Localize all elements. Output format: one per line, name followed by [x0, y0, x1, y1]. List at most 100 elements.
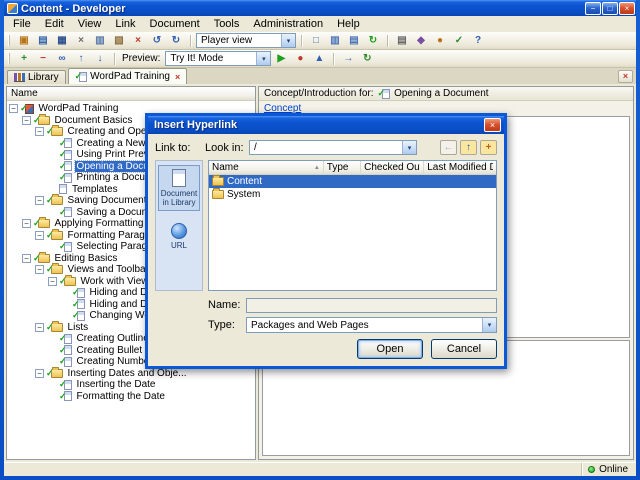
- file-row-content[interactable]: Content: [209, 175, 496, 188]
- paste-button[interactable]: ▧: [110, 33, 128, 48]
- split-view-button[interactable]: ▥: [326, 33, 344, 48]
- column-header-label: Type: [326, 162, 349, 173]
- tree-item-inserting-the-date[interactable]: ✓ Inserting the Date: [9, 379, 255, 391]
- redo-button[interactable]: ↻: [167, 33, 185, 48]
- collapse-icon[interactable]: −: [22, 253, 31, 263]
- toolbar-grip[interactable]: [8, 35, 10, 46]
- collapse-icon[interactable]: −: [35, 322, 44, 332]
- check-icon: ✓: [74, 71, 83, 81]
- toggle-spacer: [61, 288, 70, 297]
- name-input[interactable]: [246, 297, 497, 313]
- new-package-button[interactable]: ▣: [15, 33, 33, 48]
- tab-library[interactable]: Library: [7, 70, 66, 84]
- minimize-button[interactable]: −: [585, 2, 601, 15]
- column-header-type[interactable]: Type: [323, 161, 362, 175]
- collapse-icon[interactable]: −: [9, 104, 18, 114]
- menu-edit[interactable]: Edit: [38, 17, 71, 31]
- cut-button[interactable]: ×: [72, 33, 90, 48]
- page-view-icon: ▤: [349, 34, 359, 46]
- menu-administration[interactable]: Administration: [246, 17, 330, 31]
- save-button[interactable]: ▦: [53, 33, 71, 48]
- last-modified-cell: [424, 175, 496, 188]
- close-pane-button[interactable]: ×: [618, 70, 633, 83]
- new-folder-button[interactable]: +: [480, 140, 497, 155]
- collapse-icon[interactable]: −: [35, 127, 44, 137]
- cancel-button[interactable]: Cancel: [431, 339, 497, 359]
- menu-file[interactable]: File: [6, 17, 38, 31]
- check-icon: ✓: [72, 287, 80, 298]
- menu-document[interactable]: Document: [143, 17, 207, 31]
- collapse-icon[interactable]: −: [48, 276, 57, 286]
- sync-button[interactable]: ↻: [358, 51, 376, 66]
- tab-wordpad-training[interactable]: ✓ WordPad Training ×: [67, 68, 188, 84]
- attachment-button[interactable]: ●: [431, 33, 449, 48]
- toggle-spacer: [48, 208, 57, 217]
- normal-view-button[interactable]: □: [307, 33, 325, 48]
- properties-button[interactable]: ▤: [393, 33, 411, 48]
- connection-status: Online: [581, 463, 636, 476]
- close-button[interactable]: ×: [619, 2, 635, 15]
- toggle-spacer: [48, 150, 57, 159]
- back-button[interactable]: ←: [440, 140, 457, 155]
- link-type-url[interactable]: URL: [158, 219, 200, 254]
- publish-button[interactable]: ▲: [310, 51, 328, 66]
- up-one-level-button[interactable]: ↑: [460, 140, 477, 155]
- column-header-checked-out-by[interactable]: Checked Out By: [361, 161, 425, 175]
- new-document-button[interactable]: ▤: [34, 33, 52, 48]
- content-header-item: Opening a Document: [394, 88, 489, 99]
- tab-close-icon[interactable]: ×: [175, 72, 180, 82]
- open-button[interactable]: Open: [357, 339, 423, 359]
- place-label: URL: [170, 241, 187, 251]
- spell-check-button[interactable]: ✓: [450, 33, 468, 48]
- metadata-button[interactable]: ◆: [412, 33, 430, 48]
- content-header-label: Concept/Introduction for:: [264, 88, 374, 99]
- column-header-name[interactable]: Name ▲: [209, 161, 324, 175]
- tree-column-header[interactable]: Name: [7, 87, 255, 101]
- dialog-title-bar: Insert Hyperlink ×: [148, 116, 504, 134]
- collapse-icon[interactable]: −: [22, 219, 31, 229]
- collapse-icon[interactable]: −: [35, 265, 44, 275]
- preview-mode-select[interactable]: Try It! Mode ▾: [165, 51, 272, 66]
- add-link-button[interactable]: +: [15, 51, 33, 66]
- toggle-spacer: [48, 357, 57, 366]
- normal-view-icon: □: [312, 34, 320, 46]
- menu-view[interactable]: View: [71, 17, 109, 31]
- refresh-button[interactable]: ↻: [364, 33, 382, 48]
- menu-link[interactable]: Link: [108, 17, 142, 31]
- run-preview-button[interactable]: ▶: [272, 51, 290, 66]
- export-button[interactable]: →: [339, 51, 357, 66]
- column-header-last-modified-date[interactable]: Last Modified Date: [424, 161, 496, 175]
- maximize-button[interactable]: □: [602, 2, 618, 15]
- capture-button[interactable]: ●: [291, 51, 309, 66]
- collapse-icon[interactable]: −: [22, 115, 31, 125]
- link-properties-button[interactable]: ∞: [53, 51, 71, 66]
- move-down-button[interactable]: ↓: [91, 51, 109, 66]
- check-icon: ✓: [59, 206, 67, 217]
- type-select[interactable]: Packages and Web Pages ▾: [246, 317, 497, 333]
- collapse-icon[interactable]: −: [35, 196, 44, 206]
- remove-link-button[interactable]: −: [34, 51, 52, 66]
- file-row-system[interactable]: System: [209, 188, 496, 201]
- help-button[interactable]: ?: [469, 33, 487, 48]
- page-view-button[interactable]: ▤: [345, 33, 363, 48]
- link-type-document-in-library[interactable]: Document in Library: [158, 165, 200, 212]
- copy-button[interactable]: ▥: [91, 33, 109, 48]
- player-view-select[interactable]: Player view ▾: [196, 33, 296, 48]
- menu-tools[interactable]: Tools: [207, 17, 247, 31]
- look-in-select[interactable]: / ▾: [249, 140, 417, 155]
- tree-item-formatting-the-date[interactable]: ✓ Formatting the Date: [9, 391, 255, 403]
- toolbar-grip[interactable]: [8, 53, 10, 64]
- collapse-icon[interactable]: −: [35, 230, 44, 240]
- delete-button[interactable]: ×: [129, 33, 147, 48]
- undo-button[interactable]: ↺: [148, 33, 166, 48]
- dialog-close-button[interactable]: ×: [484, 118, 501, 132]
- tree-item-inserting-dates-and-obje[interactable]: − ✓ Inserting Dates and Obje...: [9, 366, 255, 380]
- concept-link[interactable]: Concept: [264, 103, 301, 114]
- menu-help[interactable]: Help: [330, 17, 367, 31]
- move-up-button[interactable]: ↑: [72, 51, 90, 66]
- check-icon: ✓: [46, 126, 54, 137]
- collapse-icon[interactable]: −: [35, 368, 44, 378]
